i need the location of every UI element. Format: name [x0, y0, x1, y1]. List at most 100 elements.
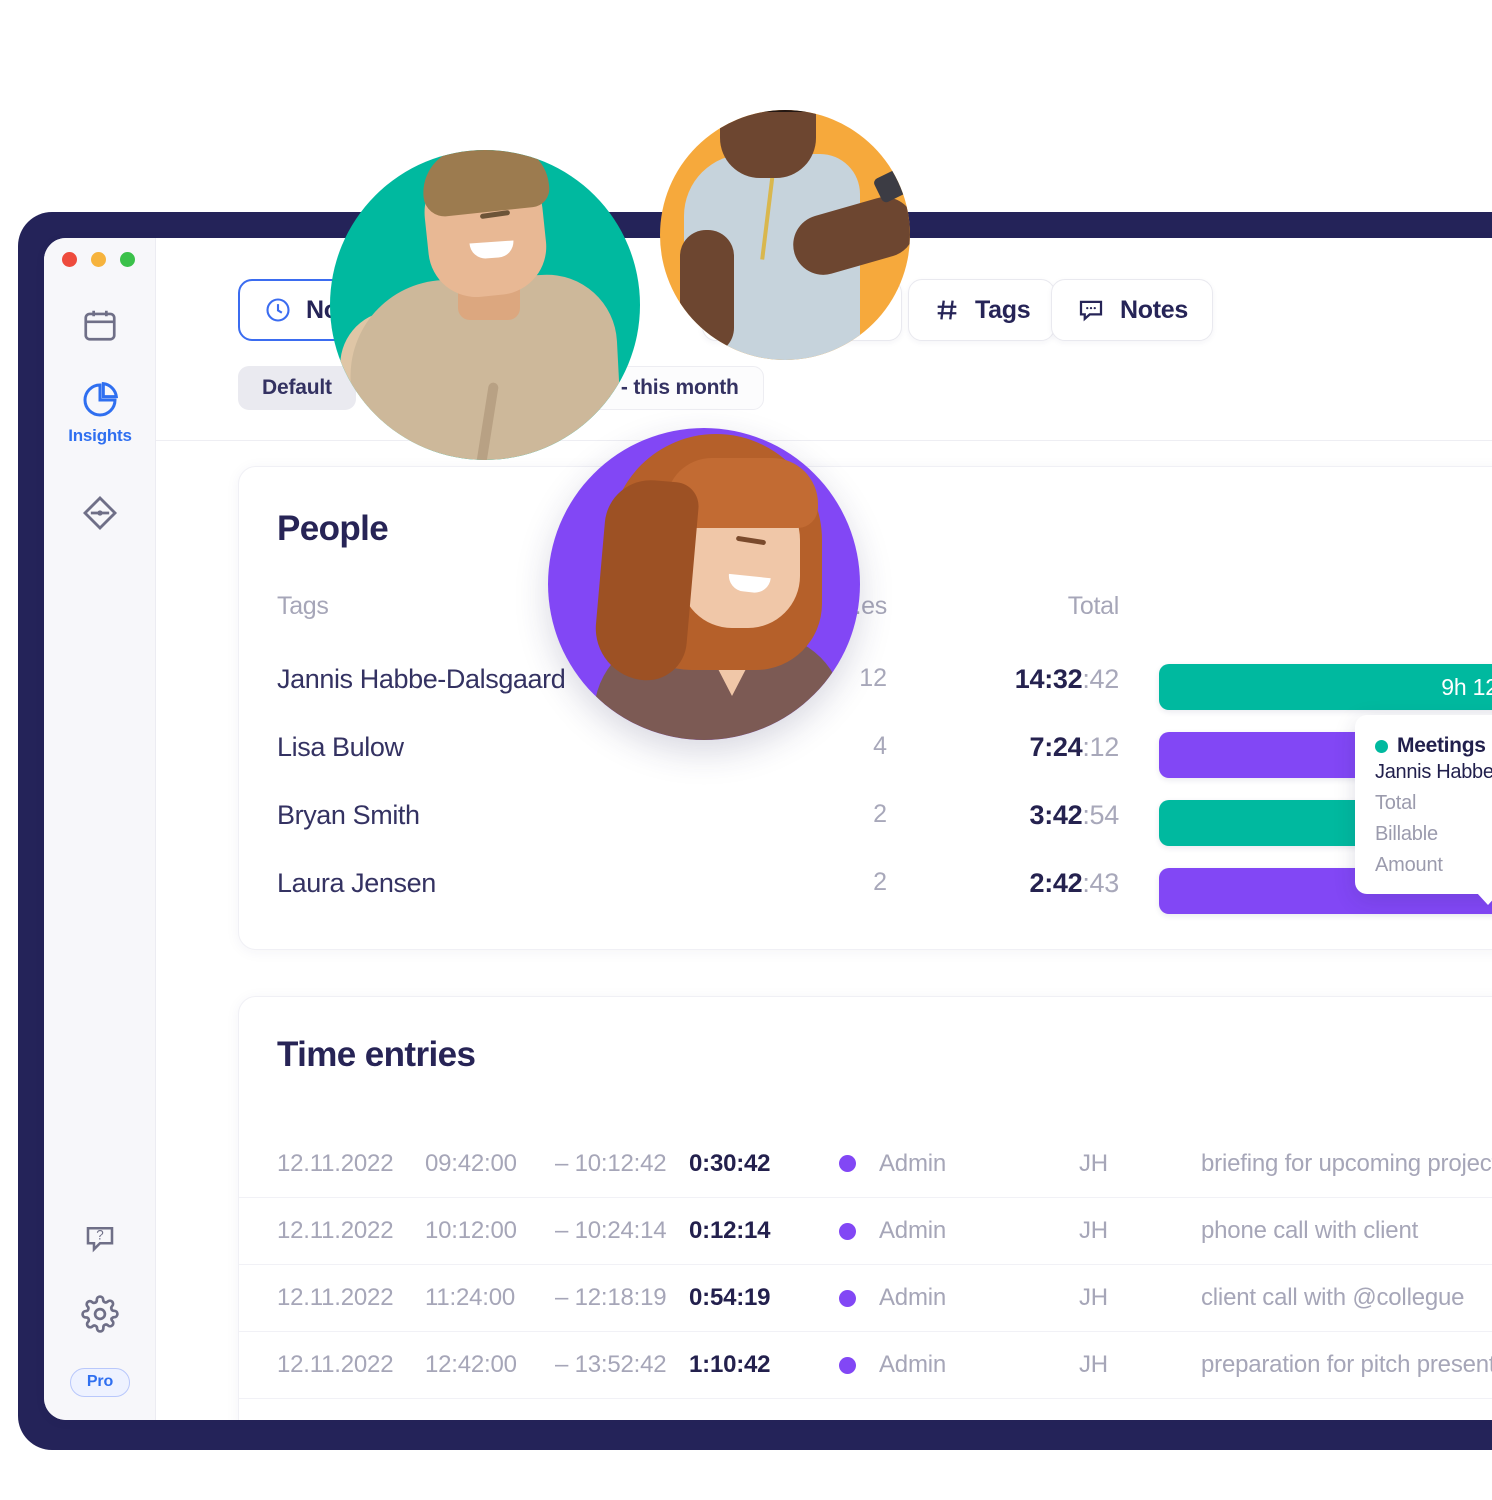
- table-row[interactable]: 12.11.2022 09:42:00 – 10:12:42 0:30:42 A…: [239, 1130, 1492, 1197]
- person-total-bold: 14:32: [1014, 664, 1083, 694]
- entry-description: client call with @collegue: [1201, 1284, 1465, 1311]
- entry-start-time: 09:42:00: [425, 1149, 517, 1177]
- entry-date: 12.11.2022: [277, 1217, 394, 1244]
- screenshot-root: Insights ? Pro Tags Notes Default this m…: [0, 0, 1492, 1500]
- entry-description: phone call with client: [1201, 1217, 1419, 1244]
- tooltip-subtitle: Jannis Habbe-Dalsgaard: [1375, 761, 1492, 783]
- sidebar-item-diamond[interactable]: [44, 493, 156, 533]
- table-row[interactable]: 12.11.2022 10:12:00 – 10:24:14 0:12:14 A…: [239, 1197, 1492, 1264]
- tooltip-title: Meetings: [1397, 734, 1486, 757]
- person-name: Jannis Habbe-Dalsgaard: [277, 664, 566, 694]
- entry-duration: 1:10:42: [689, 1351, 771, 1378]
- status-dot-icon: [1375, 739, 1388, 753]
- person-total-bold: 3:42: [1029, 800, 1083, 830]
- clock-icon: [264, 296, 292, 324]
- entry-date: 12.11.2022: [277, 1149, 394, 1177]
- person-name: Laura Jensen: [277, 868, 436, 898]
- entry-date: 12.11.2022: [277, 1418, 394, 1420]
- figure-arm-left: [680, 230, 734, 354]
- entry-start-time: 11:24:00: [425, 1284, 516, 1311]
- tags-filter-label: Tags: [975, 295, 1031, 324]
- sidebar-item-insights[interactable]: Insights: [44, 380, 156, 446]
- minimize-button[interactable]: [91, 252, 106, 267]
- tooltip-row-label: Total: [1375, 792, 1417, 814]
- people-card: People Tags ...es Total Jannis Habbe-Dal…: [238, 466, 1492, 950]
- entry-end-time: – 10:24:14: [555, 1217, 667, 1244]
- entry-duration: 0:54:19: [689, 1284, 771, 1311]
- table-row[interactable]: Bryan Smith 2 3:42:54 3h 42m: [239, 800, 1492, 868]
- entry-end-time: – 12:18:19: [555, 1284, 667, 1311]
- figure-head: [720, 110, 816, 178]
- comment-icon: [1076, 295, 1106, 325]
- time-entries-title: Time entries: [277, 1035, 476, 1074]
- person-total-dim: :12: [1082, 732, 1119, 762]
- figure-hair-side: [591, 476, 701, 684]
- entry-user: JH: [1079, 1351, 1108, 1378]
- entry-duration: 0:12:14: [689, 1217, 771, 1244]
- entry-project: Admin: [879, 1217, 947, 1244]
- header-total: Total: [1067, 592, 1120, 620]
- project-color-dot-icon: [839, 1222, 856, 1240]
- tooltip-row: Billable 3h 12m: [1375, 823, 1492, 846]
- tags-filter-button[interactable]: Tags: [908, 279, 1056, 341]
- tooltip-row: Amount 255 USD: [1375, 854, 1492, 877]
- entry-user: JH: [1079, 1284, 1108, 1311]
- sidebar: Insights ? Pro: [44, 238, 156, 1420]
- entry-start-time: 10:12:00: [425, 1217, 517, 1244]
- entry-end-time: – 14:01:32: [555, 1418, 667, 1420]
- entry-project: Admin: [879, 1351, 947, 1378]
- table-row[interactable]: Jannis Habbe-Dalsgaard 12 14:32:42 9h 12…: [239, 664, 1492, 732]
- entry-description: briefing for upcoming project: [1201, 1149, 1492, 1177]
- entry-user: JH: [1079, 1217, 1108, 1244]
- sidebar-item-calendar[interactable]: [44, 306, 156, 344]
- people-card-title: People: [277, 509, 389, 548]
- person-name: Bryan Smith: [277, 800, 420, 830]
- pie-chart-icon: [80, 380, 120, 420]
- entry-user: JH: [1079, 1418, 1108, 1420]
- avatar-photo-woman-red-hair: [548, 428, 860, 740]
- project-color-dot-icon: [839, 1289, 856, 1307]
- gear-icon: [81, 1295, 119, 1333]
- table-row[interactable]: Lisa Bulow 4 7:24:12 5h 32m: [239, 732, 1492, 800]
- help-icon: ?: [82, 1220, 118, 1256]
- diamond-icon: [80, 493, 120, 533]
- sidebar-pro-badge[interactable]: Pro: [44, 1368, 156, 1397]
- figure-hair: [714, 110, 824, 112]
- entry-end-time: – 10:12:42: [555, 1149, 667, 1177]
- table-row[interactable]: Laura Jensen 2 2:42:43 2h 42m: [239, 868, 1492, 936]
- table-row[interactable]: 12.11.2022 13:42:00 – 14:01:32 0:19:32 A…: [239, 1398, 1492, 1420]
- entry-description: preparation for pitch presenta…: [1201, 1351, 1492, 1378]
- people-table-header: Tags ...es Total: [239, 592, 1492, 660]
- time-entries-card: Time entries 12.11.2022 09:42:00 – 10:12…: [238, 996, 1492, 1420]
- entry-start-time: 12:42:00: [425, 1351, 517, 1378]
- person-total-dim: :43: [1082, 868, 1119, 898]
- project-color-dot-icon: [839, 1356, 856, 1374]
- table-row[interactable]: 12.11.2022 11:24:00 – 12:18:19 0:54:19 A…: [239, 1264, 1492, 1331]
- person-total-bold: 7:24: [1029, 732, 1083, 762]
- sidebar-item-settings[interactable]: [44, 1295, 156, 1333]
- entry-date: 12.11.2022: [277, 1351, 394, 1378]
- svg-text:?: ?: [96, 1228, 104, 1243]
- maximize-button[interactable]: [120, 252, 135, 267]
- entry-duration: 0:19:32: [689, 1418, 771, 1420]
- entry-user: JH: [1079, 1149, 1108, 1177]
- entry-project: Admin: [879, 1418, 946, 1420]
- person-bar[interactable]: 9h 12m: [1159, 664, 1492, 710]
- entry-duration: 0:30:42: [689, 1149, 771, 1177]
- app-window: Insights ? Pro Tags Notes Default this m…: [44, 238, 1492, 1420]
- person-total-dim: :42: [1082, 664, 1119, 694]
- avatar-photo-man-beige: [330, 150, 640, 460]
- notes-filter-button[interactable]: Notes: [1051, 279, 1213, 341]
- person-count: 2: [873, 800, 887, 828]
- hash-icon: [933, 296, 961, 324]
- tooltip-row-label: Billable: [1375, 823, 1438, 845]
- person-bar-label: 9h 12m: [1441, 673, 1492, 700]
- project-color-dot-icon: [839, 1155, 856, 1172]
- table-row[interactable]: 12.11.2022 12:42:00 – 13:52:42 1:10:42 A…: [239, 1331, 1492, 1398]
- close-button[interactable]: [62, 252, 77, 267]
- person-total-dim: :54: [1082, 800, 1119, 830]
- header-tags: Tags: [277, 592, 329, 620]
- tooltip-row-label: Amount: [1375, 854, 1443, 876]
- meetings-tooltip: Meetings Jannis Habbe-Dalsgaard Total 9h…: [1355, 715, 1492, 905]
- sidebar-item-help[interactable]: ?: [44, 1220, 156, 1256]
